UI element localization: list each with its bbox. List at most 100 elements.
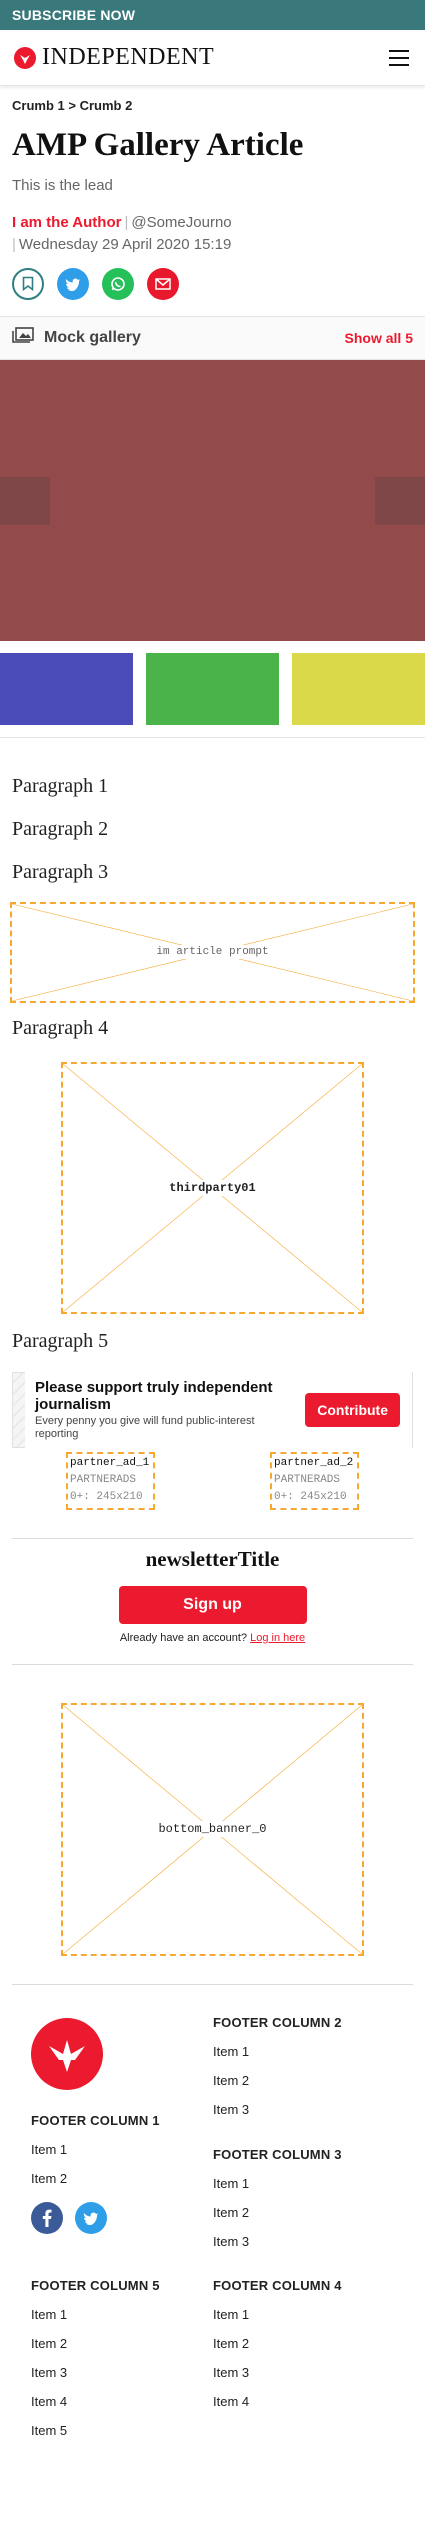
paragraph: Paragraph 1 xyxy=(12,774,109,797)
logo-text: INDEPENDENT xyxy=(42,44,215,70)
paragraph: Paragraph 5 xyxy=(12,1329,109,1352)
gallery-main-slide[interactable] xyxy=(0,359,425,641)
show-all-link[interactable]: Show all 5 xyxy=(345,330,413,346)
breadcrumb-separator: > xyxy=(68,98,76,113)
breadcrumb-item[interactable]: Crumb 1 xyxy=(12,98,65,113)
partner-ad[interactable]: partner_ad_1 PARTNERADS 0+: 245x210 xyxy=(66,1451,155,1510)
eagle-icon xyxy=(31,2017,103,2090)
breadcrumb: Crumb 1 > Crumb 2 xyxy=(0,86,425,113)
subscribe-bar[interactable]: SUBSCRIBE NOW xyxy=(0,0,425,30)
gallery-title: Mock gallery xyxy=(12,327,141,348)
newsletter-title: newsletterTitle xyxy=(145,1546,280,1571)
menu-icon[interactable] xyxy=(389,49,409,66)
author-handle[interactable]: @SomeJourno xyxy=(131,214,231,231)
footer-column-4: FOOTER COLUMN 4 Item 1 Item 2 Item 3 Ite… xyxy=(213,2278,342,2409)
footer-column-3: FOOTER COLUMN 3 Item 1 Item 2 Item 3 xyxy=(213,2147,342,2249)
footer-logo[interactable] xyxy=(31,2017,103,2090)
newsletter-signup: newsletterTitle Sign up Already have an … xyxy=(0,1547,425,1644)
footer-link[interactable]: Item 3 xyxy=(31,2365,160,2380)
footer-column-title: FOOTER COLUMN 1 xyxy=(31,2112,160,2128)
gallery-title-text: Mock gallery xyxy=(44,328,141,346)
contribute-button[interactable]: Contribute xyxy=(305,1392,400,1427)
footer-link[interactable]: Item 2 xyxy=(31,2336,160,2351)
footer-link[interactable]: Item 1 xyxy=(31,2307,160,2322)
partner-ad-network: PARTNERADS xyxy=(70,1473,137,1486)
gallery-prev-button[interactable] xyxy=(0,476,50,525)
support-heading: Please support truly independent journal… xyxy=(35,1378,273,1413)
footer-link[interactable]: Item 4 xyxy=(31,2394,160,2409)
partner-ad[interactable]: partner_ad_2 PARTNERADS 0+: 245x210 xyxy=(270,1451,359,1510)
publish-date: Wednesday 29 April 2020 15:19 xyxy=(18,235,232,253)
gallery-thumbnail[interactable] xyxy=(146,652,279,725)
footer-link[interactable]: Item 1 xyxy=(213,2176,342,2191)
breadcrumb-item[interactable]: Crumb 2 xyxy=(80,98,133,113)
paragraph: Paragraph 3 xyxy=(12,860,109,883)
twitter-icon[interactable] xyxy=(75,2201,107,2234)
footer-link[interactable]: Item 1 xyxy=(31,2142,160,2157)
support-body: Every penny you give will fund public-in… xyxy=(35,1414,255,1440)
bookmark-icon[interactable] xyxy=(12,267,44,300)
share-buttons xyxy=(0,256,425,300)
facebook-icon[interactable] xyxy=(31,2201,63,2234)
footer-link[interactable]: Item 2 xyxy=(31,2171,160,2186)
partner-ad-name: partner_ad_1 xyxy=(70,1456,150,1469)
twitter-icon[interactable] xyxy=(57,267,89,300)
footer-link[interactable]: Item 1 xyxy=(213,2307,342,2322)
partner-ad-size: 0+: 245x210 xyxy=(274,1490,347,1503)
footer-link[interactable]: Item 5 xyxy=(31,2423,160,2438)
signup-button[interactable]: Sign up xyxy=(118,1585,307,1624)
footer-link[interactable]: Item 4 xyxy=(213,2394,342,2409)
footer-link[interactable]: Item 1 xyxy=(213,2044,342,2059)
gallery-thumbnail[interactable] xyxy=(292,652,425,725)
footer-column-5: FOOTER COLUMN 5 Item 1 Item 2 Item 3 Ite… xyxy=(31,2278,160,2438)
article-prompt-placeholder: im article prompt xyxy=(10,901,415,1003)
footer-link[interactable]: Item 3 xyxy=(213,2365,342,2380)
footer: FOOTER COLUMN 2 Item 1 Item 2 Item 3 FOO… xyxy=(0,1985,425,2545)
footer-link[interactable]: Item 3 xyxy=(213,2234,342,2249)
footer-link[interactable]: Item 2 xyxy=(213,2073,342,2088)
paragraph: Paragraph 2 xyxy=(12,817,109,840)
divider xyxy=(12,1537,413,1539)
gallery-next-button[interactable] xyxy=(375,476,425,525)
placeholder-label: bottom_banner_0 xyxy=(156,1821,269,1838)
eagle-icon xyxy=(14,46,36,69)
whatsapp-icon[interactable] xyxy=(102,267,134,300)
footer-column-title: FOOTER COLUMN 2 xyxy=(213,2014,342,2030)
social-links xyxy=(31,2201,160,2234)
footer-column-title: FOOTER COLUMN 4 xyxy=(213,2277,342,2293)
login-prompt-text: Already have an account? xyxy=(119,1631,248,1644)
footer-column-title: FOOTER COLUMN 5 xyxy=(31,2277,160,2293)
footer-link[interactable]: Item 2 xyxy=(213,2205,342,2220)
divider xyxy=(12,1663,413,1665)
email-icon[interactable] xyxy=(147,267,179,300)
paragraph: Paragraph 4 xyxy=(12,1016,109,1039)
placeholder-label: thirdparty01 xyxy=(167,1179,258,1196)
author-link[interactable]: I am the Author xyxy=(12,214,121,231)
footer-column-2: FOOTER COLUMN 2 Item 1 Item 2 Item 3 xyxy=(213,2015,342,2117)
partner-ad-name: partner_ad_2 xyxy=(274,1456,354,1469)
bottom-banner-placeholder: bottom_banner_0 xyxy=(61,1702,364,1956)
gallery-header: Mock gallery Show all 5 xyxy=(0,315,425,360)
footer-column-title: FOOTER COLUMN 3 xyxy=(213,2146,342,2162)
footer-link[interactable]: Item 2 xyxy=(213,2336,342,2351)
partner-ad-network: PARTNERADS xyxy=(274,1473,341,1486)
page-title: AMP Gallery Article xyxy=(12,127,304,163)
byline: I am the Author | @SomeJourno | Wednesday 2… xyxy=(12,213,232,253)
article-lead: This is the lead xyxy=(12,176,113,194)
masthead: INDEPENDENT xyxy=(0,30,425,86)
logo[interactable]: INDEPENDENT xyxy=(14,44,214,71)
footer-column-1: FOOTER COLUMN 1 Item 1 Item 2 xyxy=(31,2113,160,2234)
divider xyxy=(0,736,425,738)
gallery-thumbnails xyxy=(0,652,425,725)
login-link[interactable]: Log in here xyxy=(250,1632,305,1644)
support-banner: Please support truly independent journal… xyxy=(12,1371,413,1448)
gallery-icon xyxy=(12,327,34,348)
partner-ad-size: 0+: 245x210 xyxy=(70,1490,143,1503)
footer-link[interactable]: Item 3 xyxy=(213,2102,342,2117)
login-prompt: Already have an account? Log in here xyxy=(0,1632,425,1644)
subscribe-link[interactable]: SUBSCRIBE NOW xyxy=(12,7,135,23)
partner-ads: partner_ad_1 PARTNERADS 0+: 245x210 part… xyxy=(0,1451,425,1510)
thirdparty-placeholder: thirdparty01 xyxy=(61,1061,364,1314)
gallery-thumbnail[interactable] xyxy=(0,652,133,725)
placeholder-label: im article prompt xyxy=(154,945,271,960)
